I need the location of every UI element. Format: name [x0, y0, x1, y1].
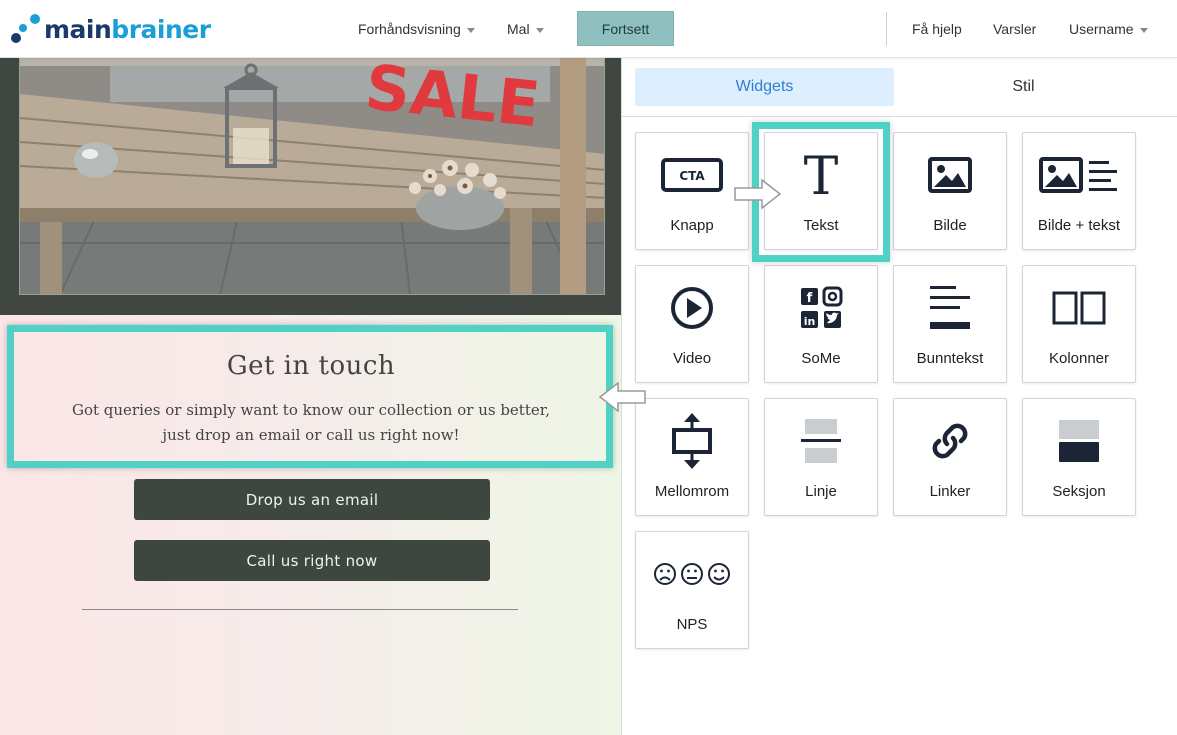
chevron-down-icon	[1139, 27, 1148, 33]
columns-icon	[1023, 280, 1135, 336]
user-menu-label: Username	[1069, 21, 1134, 37]
preview-divider-line	[82, 609, 518, 610]
social-media-icon: f in	[765, 280, 877, 336]
tab-widgets[interactable]: Widgets	[635, 68, 894, 106]
widget-social-media[interactable]: f in SoMe	[764, 265, 878, 383]
arrow-right-icon	[734, 178, 782, 210]
svg-text:in: in	[804, 315, 816, 328]
continue-button[interactable]: Fortsett	[577, 11, 674, 46]
widget-video[interactable]: Video	[635, 265, 749, 383]
widget-label: Bilde	[933, 217, 967, 234]
widget-label: Mellomrom	[654, 483, 730, 500]
widget-label: Video	[672, 350, 712, 367]
image-block[interactable]: SALE	[0, 58, 621, 315]
logo-part-main: main	[44, 14, 112, 44]
garden-table-photo-icon: SALE	[20, 58, 604, 294]
widget-label: Linker	[929, 483, 971, 500]
section-icon	[1023, 413, 1135, 469]
widget-label: Bilde + tekst	[1037, 217, 1121, 234]
widget-line[interactable]: Linje	[764, 398, 878, 516]
svg-text:CTA: CTA	[679, 169, 705, 183]
user-menu[interactable]: Username	[1069, 0, 1148, 58]
mainbrainer-logo[interactable]: mainbrainer	[10, 12, 211, 46]
chevron-down-icon	[535, 27, 544, 33]
template-menu-label: Mal	[507, 21, 530, 37]
widget-label: Bunntekst	[916, 350, 984, 367]
logo-part-brainer: brainer	[111, 14, 211, 44]
widget-label: Kolonner	[1048, 350, 1110, 367]
link-icon	[894, 413, 1006, 469]
widget-label: SoMe	[801, 350, 841, 367]
app: mainbrainer Forhåndsvisning Mal Fortsett…	[0, 0, 1177, 735]
widget-label: Seksjon	[1052, 483, 1106, 500]
image-icon	[894, 147, 1006, 203]
widget-columns[interactable]: Kolonner	[1022, 265, 1136, 383]
nps-faces-icon	[636, 546, 748, 602]
logo-dots-icon	[11, 14, 40, 43]
sale-product-photo: SALE	[19, 58, 605, 295]
image-text-icon	[1023, 147, 1135, 203]
widget-label: Tekst	[803, 217, 839, 234]
header-divider	[886, 12, 887, 46]
widget-label: Linje	[805, 483, 837, 500]
widget-panel: Widgets Stil CTA Knapp T Tekst Bilde Bil…	[622, 58, 1177, 735]
tab-divider	[622, 116, 1177, 117]
svg-text:f: f	[807, 291, 813, 306]
preview-menu-label: Forhåndsvisning	[358, 21, 461, 37]
logo-wordmark: mainbrainer	[44, 15, 211, 44]
email-preview: SALE Get in touch Got queries or simply …	[0, 58, 622, 735]
widget-spacer[interactable]: Mellomrom	[635, 398, 749, 516]
tab-style[interactable]: Stil	[894, 68, 1153, 106]
chevron-down-icon	[466, 27, 475, 33]
email-us-button[interactable]: Drop us an email	[134, 479, 490, 520]
widget-image-text[interactable]: Bilde + tekst	[1022, 132, 1136, 250]
svg-text:T: T	[804, 150, 839, 200]
widget-label: Knapp	[670, 217, 714, 234]
top-header: mainbrainer Forhåndsvisning Mal Fortsett…	[0, 0, 1177, 58]
help-link[interactable]: Få hjelp	[912, 0, 962, 58]
footer-icon	[894, 280, 1006, 336]
arrow-left-icon	[598, 381, 646, 413]
widget-image[interactable]: Bilde	[893, 132, 1007, 250]
template-menu[interactable]: Mal	[507, 0, 544, 58]
spacer-icon	[636, 413, 748, 469]
widget-footer[interactable]: Bunntekst	[893, 265, 1007, 383]
widget-links[interactable]: Linker	[893, 398, 1007, 516]
line-icon	[765, 413, 877, 469]
widget-section[interactable]: Seksjon	[1022, 398, 1136, 516]
preview-menu[interactable]: Forhåndsvisning	[358, 0, 475, 58]
text-block-highlight	[7, 325, 613, 468]
notifications-link[interactable]: Varsler	[993, 0, 1036, 58]
widget-nps[interactable]: NPS	[635, 531, 749, 649]
widget-label: NPS	[676, 616, 708, 633]
video-play-icon	[636, 280, 748, 336]
call-us-button[interactable]: Call us right now	[134, 540, 490, 581]
